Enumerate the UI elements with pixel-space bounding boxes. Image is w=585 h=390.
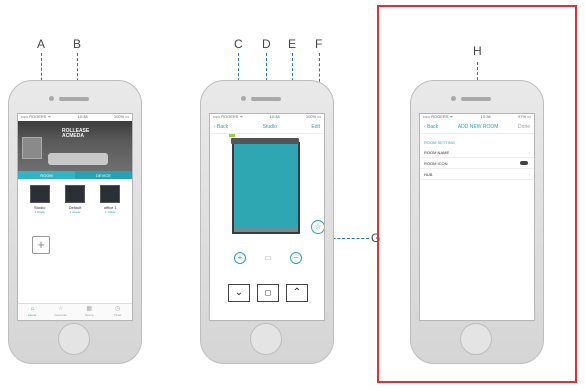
highlight-box: [377, 5, 577, 383]
room-tile-studio[interactable]: Studio 1 shade: [29, 185, 50, 214]
scene-icon: ▦: [86, 306, 93, 312]
room-thumbnail: [64, 185, 85, 203]
position-icon: ▭: [264, 253, 272, 262]
clock-icon: ◷: [115, 306, 121, 312]
shade-down-button[interactable]: ⌄: [228, 284, 250, 302]
phone-home-screen: ••••• ROGERS ᯤ 10:38 100% ▭ ROLLEASE ACM…: [8, 80, 142, 364]
logo-line-2: ACMEDA: [62, 133, 84, 139]
battery-text: 100% ▭: [113, 114, 129, 119]
nav-label: Favourite: [54, 313, 67, 317]
home-hero-image: ROLLEASE ACMEDA: [18, 121, 132, 171]
shade-stop-button[interactable]: ◻: [257, 284, 279, 302]
room-sublabel: 1 shade: [69, 210, 81, 214]
callout-c: C: [234, 37, 243, 51]
nav-label: Timer: [113, 313, 122, 317]
nav-label: Scene: [84, 313, 94, 317]
room-tile-office-1[interactable]: office 1 1 shade: [100, 185, 121, 214]
phone-speaker: [251, 97, 281, 101]
callout-d: D: [262, 37, 271, 51]
room-device-tabs: ROOM DEVICE: [18, 171, 132, 179]
callout-a: A: [37, 37, 46, 51]
phone-shade-control: ••••• ROGERS ᯤ 10:38 100% ▭ ‹ Back Studi…: [200, 80, 334, 364]
callout-f: F: [315, 37, 323, 51]
tab-device[interactable]: DEVICE: [75, 171, 132, 179]
room-thumbnail: [100, 185, 121, 203]
shade-bottom-bar: [234, 228, 298, 232]
callout-b: B: [73, 37, 82, 51]
nav-bar: ‹ Back Studio Edit: [210, 121, 324, 134]
shade-visual: [231, 138, 300, 234]
edit-button[interactable]: Edit: [311, 124, 320, 130]
clock-text: 10:38: [269, 114, 280, 119]
room-thumbnail: [29, 185, 50, 203]
carrier-text: ••••• ROGERS ᯤ: [21, 114, 52, 119]
phone-camera: [241, 96, 246, 101]
hero-sofa: [48, 153, 108, 165]
nav-timer[interactable]: ◷ Timer: [104, 304, 133, 320]
callout-e: E: [288, 37, 297, 51]
room-tile-default[interactable]: Default 1 shade: [64, 185, 85, 214]
status-bar: ••••• ROGERS ᯤ 10:38 100% ▭: [210, 114, 324, 121]
room-list: Studio 1 shade Default 1 shade office 1 …: [18, 179, 132, 214]
battery-text: 100% ▭: [305, 114, 321, 119]
phone-home-button: [250, 323, 282, 355]
nav-scene[interactable]: ▦ Scene: [75, 304, 104, 320]
hero-window: [22, 137, 42, 159]
brand-logo: ROLLEASE ACMEDA: [62, 129, 89, 139]
screen-shade-control: ••••• ROGERS ᯤ 10:38 100% ▭ ‹ Back Studi…: [209, 113, 325, 321]
carrier-text: ••••• ROGERS ᯤ: [213, 114, 244, 119]
clock-text: 10:38: [77, 114, 88, 119]
add-room-button[interactable]: +: [32, 236, 50, 254]
phone-home-button: [58, 323, 90, 355]
screen-home: ••••• ROGERS ᯤ 10:38 100% ▭ ROLLEASE ACM…: [17, 113, 133, 321]
battery-indicator: [229, 134, 235, 137]
star-icon: ☆: [58, 306, 64, 312]
status-bar: ••••• ROGERS ᯤ 10:38 100% ▭: [18, 114, 132, 121]
nav-home[interactable]: ⌂ Home: [18, 304, 47, 320]
home-icon: ⌂: [30, 306, 35, 312]
shade-roller: [231, 138, 299, 144]
room-sublabel: 1 shade: [34, 210, 45, 214]
room-sublabel: 1 shade: [104, 210, 116, 214]
phone-speaker: [59, 97, 89, 101]
favourite-star-icon[interactable]: ☆: [311, 220, 324, 234]
nav-label: Home: [28, 313, 37, 317]
bottom-nav: ⌂ Home ☆ Favourite ▦ Scene ◷ Timer: [18, 303, 132, 320]
nav-favourite[interactable]: ☆ Favourite: [47, 304, 76, 320]
shade-up-button[interactable]: ⌃: [286, 284, 308, 302]
back-button[interactable]: ‹ Back: [214, 124, 228, 130]
jog-plus-button[interactable]: +: [234, 252, 246, 264]
screen-title: Studio: [262, 124, 277, 130]
jog-minus-button[interactable]: −: [290, 252, 302, 264]
tab-room[interactable]: ROOM: [18, 171, 75, 179]
phone-camera: [49, 96, 54, 101]
